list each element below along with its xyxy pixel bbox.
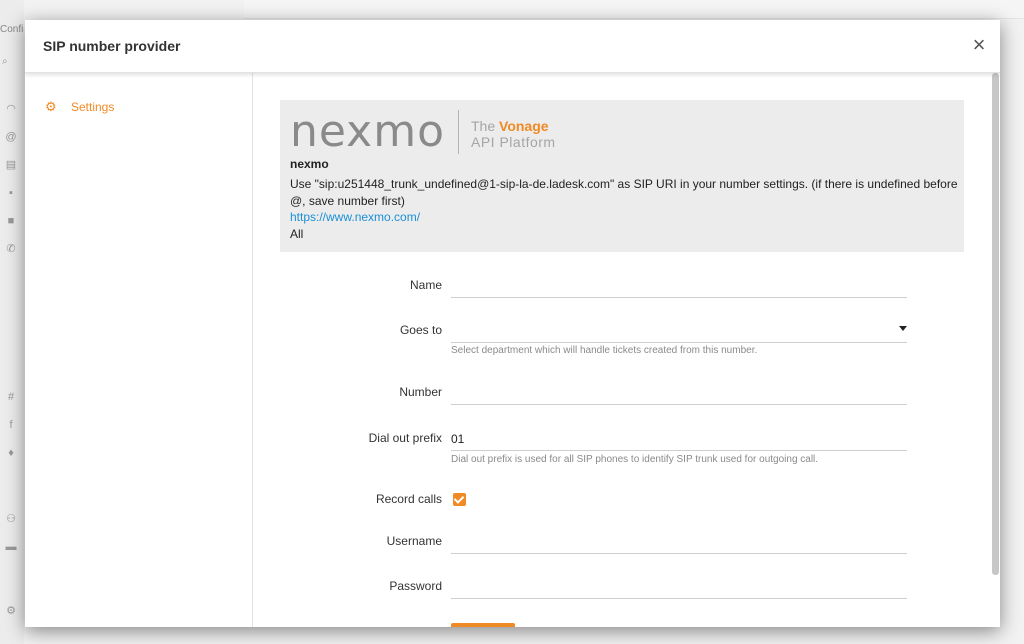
phone-icon: ✆ (6, 243, 16, 255)
people-icon: ⚇ (6, 513, 16, 525)
at-icon: @ (5, 131, 17, 143)
check-icon (453, 493, 465, 504)
provider-scope: All (290, 227, 304, 241)
close-button[interactable]: × (968, 34, 990, 56)
password-field[interactable] (451, 576, 907, 599)
goes-to-label: Goes to (399, 323, 442, 337)
slack-icon: # (7, 391, 15, 403)
name-label: Name (409, 278, 442, 292)
facebook-icon: f (9, 419, 13, 431)
folder-icon: ▬ (5, 541, 17, 553)
nexmo-logo: nexmo The Vonage API Platform (290, 110, 590, 156)
rss-icon: ◠ (6, 103, 16, 115)
logo-the: The Vonage (471, 118, 549, 134)
gear-icon: ⚙ (6, 605, 16, 617)
logo-tagline: API Platform (471, 134, 556, 150)
username-field[interactable] (451, 531, 907, 554)
dial-out-prefix-label: Dial out prefix (368, 431, 442, 445)
provider-link[interactable]: https://www.nexmo.com/ (290, 210, 420, 224)
dialog-sidebar: ⚙ Settings (25, 73, 253, 627)
note-icon: ▤ (5, 159, 17, 171)
number-label: Number (399, 385, 442, 399)
password-label: Password (389, 579, 442, 593)
video-icon: ■ (7, 215, 15, 227)
logo-wordmark: nexmo (290, 106, 446, 157)
number-field[interactable] (451, 382, 907, 405)
provider-description: Use "sip:u251448_trunk_undefined@1-sip-l… (290, 177, 958, 208)
name-field[interactable] (451, 275, 907, 298)
save-button[interactable] (451, 623, 515, 627)
scrollbar[interactable] (992, 73, 999, 575)
username-label: Username (386, 534, 442, 548)
caret-down-icon (899, 326, 907, 331)
goes-to-hint: Select department which will handle tick… (451, 345, 758, 356)
dial-out-prefix-hint: Dial out prefix is used for all SIP phon… (451, 454, 819, 465)
record-calls-checkbox[interactable] (453, 493, 466, 506)
logo-divider (458, 110, 459, 154)
dialog-header: SIP number provider × (25, 20, 1000, 73)
sidebar-item-settings[interactable]: ⚙ Settings (45, 100, 114, 114)
sidebar-item-label: Settings (71, 100, 115, 114)
dialog-content: nexmo The Vonage API Platform nexmo Use … (253, 73, 1000, 627)
provider-info-box: nexmo The Vonage API Platform nexmo Use … (280, 100, 964, 252)
search-icon: ⌕ (2, 56, 8, 67)
sip-provider-dialog: SIP number provider × ⚙ Settings nexmo T… (25, 20, 1000, 627)
logo-brand: Vonage (499, 118, 549, 134)
background-header (244, 0, 1024, 19)
twitter-icon: ♦ (8, 447, 14, 459)
dialog-title: SIP number provider (43, 38, 181, 54)
chat-icon: ▪ (9, 187, 13, 199)
provider-name: nexmo (290, 157, 329, 171)
gear-icon: ⚙ (45, 99, 57, 114)
background-config-label: Confi (0, 24, 24, 35)
goes-to-select[interactable] (451, 320, 907, 343)
record-calls-label: Record calls (375, 492, 442, 506)
dial-out-prefix-field[interactable] (451, 428, 907, 451)
